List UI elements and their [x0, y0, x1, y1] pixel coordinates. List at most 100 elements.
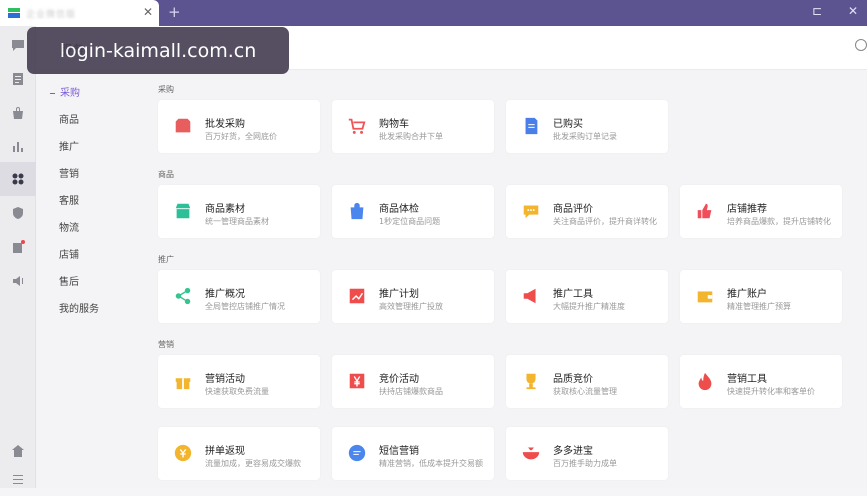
nav-item-after-sales[interactable]: 售后 [59, 273, 79, 288]
wallet-icon [694, 285, 716, 307]
nav-item-store[interactable]: 店铺 [59, 246, 79, 261]
window-close-button[interactable]: ✕ [848, 4, 858, 18]
card-description: 批发采购合并下单 [379, 132, 443, 141]
service-card[interactable]: 推广概况全局管控店铺推广情况 [158, 270, 320, 323]
card-description: 批发采购订单记录 [553, 132, 617, 141]
section-label-goods: 商品 [158, 170, 174, 179]
card-description: 精准管理推广预算 [727, 302, 791, 311]
rail-speaker-icon[interactable] [0, 264, 36, 298]
box-icon [172, 115, 194, 137]
card-title: 商品素材 [205, 204, 245, 215]
card-title: 已购买 [553, 119, 583, 130]
card-title: 多多进宝 [553, 446, 593, 457]
card-title: 批发采购 [205, 119, 245, 130]
tab-title: 企业微信版 [26, 10, 77, 20]
rail-grid-icon[interactable] [0, 162, 36, 196]
card-description: 快速提升转化率和客单价 [727, 387, 815, 396]
card-title: 推广计划 [379, 289, 419, 300]
service-card[interactable]: 推广账户精准管理推广预算 [680, 270, 842, 323]
service-card[interactable]: 已购买批发采购订单记录 [506, 100, 668, 153]
card-title: 商品体检 [379, 204, 419, 215]
card-title: 商品评价 [553, 204, 593, 215]
title-bar: 企业微信版 ✕ + ⊏ ✕ [0, 0, 867, 26]
rail-chart-icon[interactable] [0, 130, 36, 164]
info-icon[interactable] [855, 39, 867, 51]
coin-icon [172, 442, 194, 464]
card-description: 大幅提升推广精准度 [553, 302, 625, 311]
card-title: 店铺推荐 [727, 204, 767, 215]
service-card[interactable]: 商品素材统一管理商品素材 [158, 185, 320, 238]
service-card[interactable]: 营销活动快速获取免费流量 [158, 355, 320, 408]
rail-bag-icon[interactable] [0, 96, 36, 130]
nav-item-promotion[interactable]: 推广 [59, 138, 79, 153]
card-description: 培养商品爆款，提升店铺转化 [727, 217, 831, 226]
card-description: 1秒定位商品问题 [379, 217, 441, 226]
nav-item-customer-service[interactable]: 客服 [59, 192, 79, 207]
service-card[interactable]: 批发采购百万好货，全网底价 [158, 100, 320, 153]
nav-item-my-services[interactable]: 我的服务 [59, 300, 99, 315]
service-card[interactable]: 品质竞价 获取核心流量管理 [506, 355, 668, 408]
rail-notice-icon[interactable] [0, 230, 36, 264]
section-label-purchase: 采购 [158, 85, 174, 94]
card-title: 竞价活动 [379, 374, 419, 385]
new-tab-button[interactable]: + [168, 3, 181, 21]
card-description: 全局管控店铺推广情况 [205, 302, 285, 311]
tab-close-icon[interactable]: ✕ [143, 5, 153, 19]
url-badge: login-kaimall.com.cn [27, 27, 289, 74]
nav-item-goods[interactable]: 商品 [59, 111, 79, 126]
card-title: 推广概况 [205, 289, 245, 300]
card-title: 营销工具 [727, 374, 767, 385]
service-card[interactable]: 拼单返现流量加成，更容易成交爆款 [158, 427, 320, 480]
trophy-icon [520, 370, 542, 392]
service-card[interactable]: 短信营销精准营销，低成本提升交易额 [332, 427, 494, 480]
service-card[interactable]: 商品体检 1秒定位商品问题 [332, 185, 494, 238]
active-marker [50, 92, 55, 94]
nav-item-label: 采购 [60, 88, 80, 99]
megaphone-icon [520, 285, 542, 307]
card-description: 快速获取免费流量 [205, 387, 269, 396]
cart-icon [346, 115, 368, 137]
card-description: 流量加成，更容易成交爆款 [205, 459, 301, 468]
nav-item-marketing[interactable]: 营销 [59, 165, 79, 180]
fire-icon [694, 370, 716, 392]
shopping-bag-icon [346, 200, 368, 222]
service-card[interactable]: 推广工具 大幅提升推广精准度 [506, 270, 668, 323]
section-label-marketing: 营销 [158, 340, 174, 349]
section-label-promotion: 推广 [158, 255, 174, 264]
yen-icon [346, 370, 368, 392]
share-icon [172, 285, 194, 307]
card-title: 营销活动 [205, 374, 245, 385]
card-title: 短信营销 [379, 446, 419, 457]
card-description: 获取核心流量管理 [553, 387, 617, 396]
card-title: 推广账户 [727, 289, 767, 300]
service-card[interactable]: 店铺推荐培养商品爆款，提升店铺转化 [680, 185, 842, 238]
service-card[interactable]: 购物车批发采购合并下单 [332, 100, 494, 153]
app-logo-icon [8, 8, 20, 18]
bowl-icon [520, 442, 542, 464]
gift-icon [172, 370, 194, 392]
rail-menu-icon[interactable] [0, 462, 36, 496]
nav-item-purchase[interactable]: 采购 [50, 84, 80, 99]
card-description: 统一管理商品素材 [205, 217, 269, 226]
sms-icon [346, 442, 368, 464]
rail-shield-icon[interactable] [0, 196, 36, 230]
trend-icon [346, 285, 368, 307]
card-description: 精准营销，低成本提升交易额 [379, 459, 483, 468]
service-card[interactable]: 多多进宝 百万推手助力成单 [506, 427, 668, 480]
store-icon [172, 200, 194, 222]
pin-icon[interactable]: ⊏ [812, 4, 822, 18]
card-description: 百万好货，全网底价 [205, 132, 277, 141]
category-nav: 采购 商品 推广 营销 客服 物流 店铺 售后 我的服务 [36, 70, 146, 488]
service-card[interactable]: 商品评价 关注商品评价，提升商详转化 [506, 185, 668, 238]
receipt-icon [520, 115, 542, 137]
service-card[interactable]: 营销工具快速提升转化率和客单价 [680, 355, 842, 408]
service-card[interactable]: 竞价活动 扶持店铺爆款商品 [332, 355, 494, 408]
service-grid: 采购 商品 推广 营销 批发采购 百万好货，全网底价 购物车 批发采购合并下单 已购买批… [146, 70, 867, 488]
card-title: 拼单返现 [205, 446, 245, 457]
app-tab[interactable]: 企业微信版 ✕ [0, 0, 159, 26]
icon-rail [0, 26, 36, 488]
card-title: 购物车 [379, 119, 409, 130]
card-description: 高效管理推广投放 [379, 302, 443, 311]
service-card[interactable]: 推广计划高效管理推广投放 [332, 270, 494, 323]
nav-item-logistics[interactable]: 物流 [59, 219, 79, 234]
